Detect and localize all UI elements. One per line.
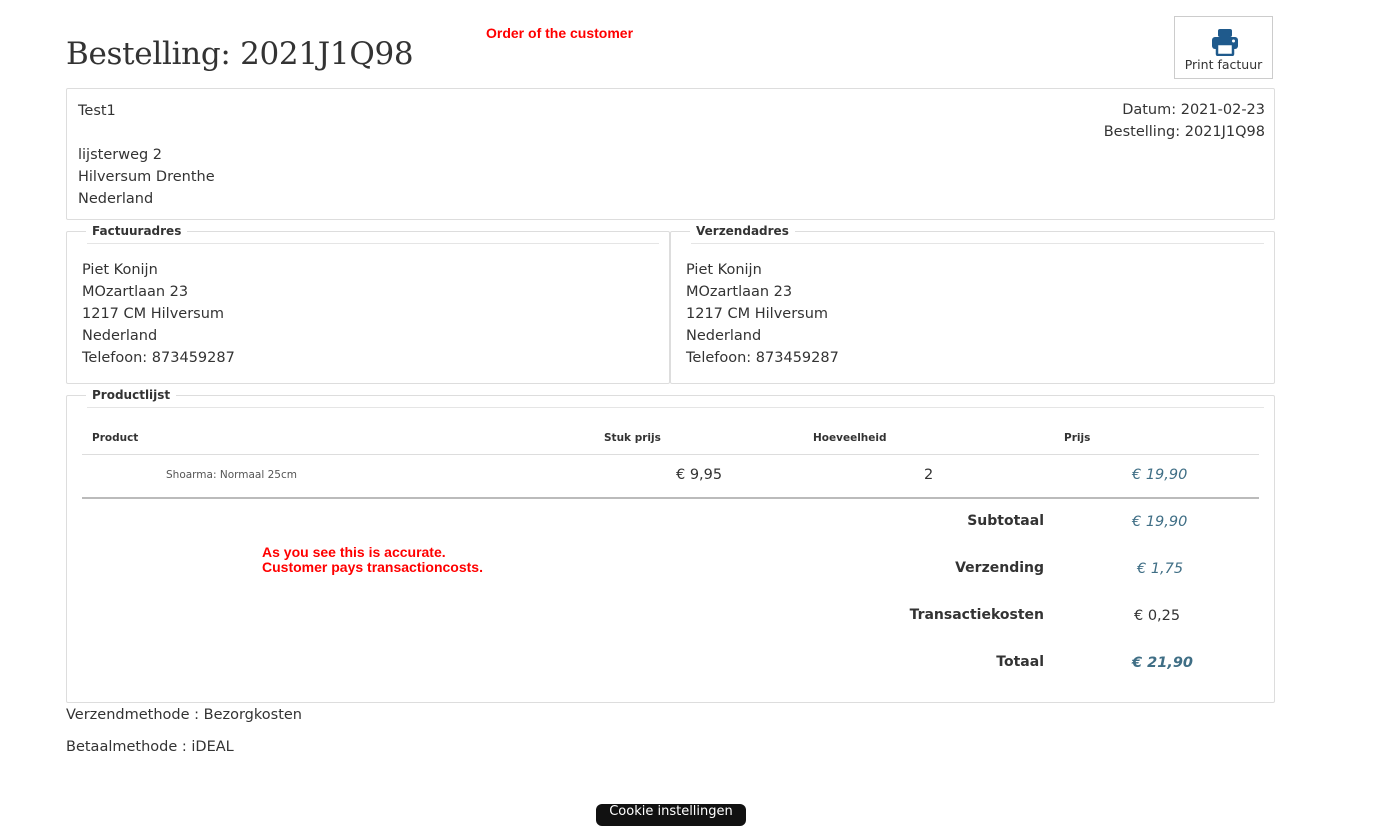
billing-address-panel: Factuuradres Piet Konijn MOzartlaan 23 1… bbox=[66, 224, 670, 384]
transaction-cost-label: Transactiekosten bbox=[909, 607, 1044, 623]
printer-icon bbox=[1212, 29, 1238, 56]
product-quantity: 2 bbox=[924, 467, 934, 483]
product-list-legend: Productlijst bbox=[86, 388, 177, 402]
billing-phone: Telefoon: 873459287 bbox=[82, 350, 235, 366]
shipping-cost-value: € 1,75 bbox=[1137, 561, 1184, 577]
customer-street: lijsterweg 2 bbox=[78, 147, 163, 163]
billing-street: MOzartlaan 23 bbox=[82, 284, 189, 300]
transaction-cost-value: € 0,25 bbox=[1134, 608, 1181, 624]
column-header-quantity: Hoeveelheid bbox=[813, 432, 887, 444]
total-value: € 21,90 bbox=[1132, 655, 1194, 671]
total-label: Totaal bbox=[996, 654, 1044, 670]
billing-country: Nederland bbox=[82, 328, 158, 344]
order-number: Bestelling: 2021J1Q98 bbox=[1103, 124, 1265, 140]
shipping-cost-label: Verzending bbox=[955, 560, 1044, 576]
page-title: Bestelling: 2021J1Q98 bbox=[66, 36, 414, 72]
shipping-method: Verzendmethode : Bezorgkosten bbox=[66, 707, 302, 723]
print-invoice-button[interactable]: Print factuur bbox=[1174, 16, 1273, 79]
product-name: Shoarma: Normaal 25cm bbox=[166, 469, 297, 481]
customer-city: Hilversum Drenthe bbox=[78, 169, 215, 185]
column-header-product: Product bbox=[92, 432, 139, 444]
shipping-city: 1217 CM Hilversum bbox=[686, 306, 829, 322]
annotation-order-of-customer: Order of the customer bbox=[486, 25, 634, 41]
shipping-country: Nederland bbox=[686, 328, 762, 344]
shipping-street: MOzartlaan 23 bbox=[686, 284, 793, 300]
payment-method: Betaalmethode : iDEAL bbox=[66, 739, 234, 755]
print-invoice-label: Print factuur bbox=[1184, 57, 1263, 72]
column-header-price: Prijs bbox=[1064, 432, 1091, 444]
customer-name: Test1 bbox=[78, 103, 116, 119]
shipping-phone: Telefoon: 873459287 bbox=[686, 350, 839, 366]
annotation-transaction-costs: Customer pays transactioncosts. bbox=[262, 559, 483, 575]
product-unit-price: € 9,95 bbox=[676, 467, 723, 483]
billing-name: Piet Konijn bbox=[82, 262, 158, 278]
table-row: Shoarma: Normaal 25cm € 9,95 2 € 19,90 bbox=[82, 455, 1259, 498]
order-date: Datum: 2021-02-23 bbox=[1122, 102, 1265, 118]
shipping-name: Piet Konijn bbox=[686, 262, 762, 278]
customer-info-panel: Test1 lijsterweg 2 Hilversum Drenthe Ned… bbox=[66, 88, 1275, 220]
billing-city: 1217 CM Hilversum bbox=[82, 306, 225, 322]
subtotal-label: Subtotaal bbox=[967, 513, 1044, 529]
cookie-settings-button[interactable]: Cookie instellingen bbox=[596, 804, 746, 826]
shipping-address-legend: Verzendadres bbox=[690, 224, 795, 238]
column-header-unit-price: Stuk prijs bbox=[604, 432, 661, 444]
subtotal-value: € 19,90 bbox=[1132, 514, 1188, 530]
shipping-address-panel: Verzendadres Piet Konijn MOzartlaan 23 1… bbox=[670, 224, 1275, 384]
product-price: € 19,90 bbox=[1132, 467, 1188, 483]
annotation-accurate: As you see this is accurate. bbox=[262, 544, 446, 560]
billing-address-legend: Factuuradres bbox=[86, 224, 188, 238]
customer-country: Nederland bbox=[78, 191, 154, 207]
product-list-panel: Productlijst Product Stuk prijs Hoeveelh… bbox=[66, 388, 1275, 703]
